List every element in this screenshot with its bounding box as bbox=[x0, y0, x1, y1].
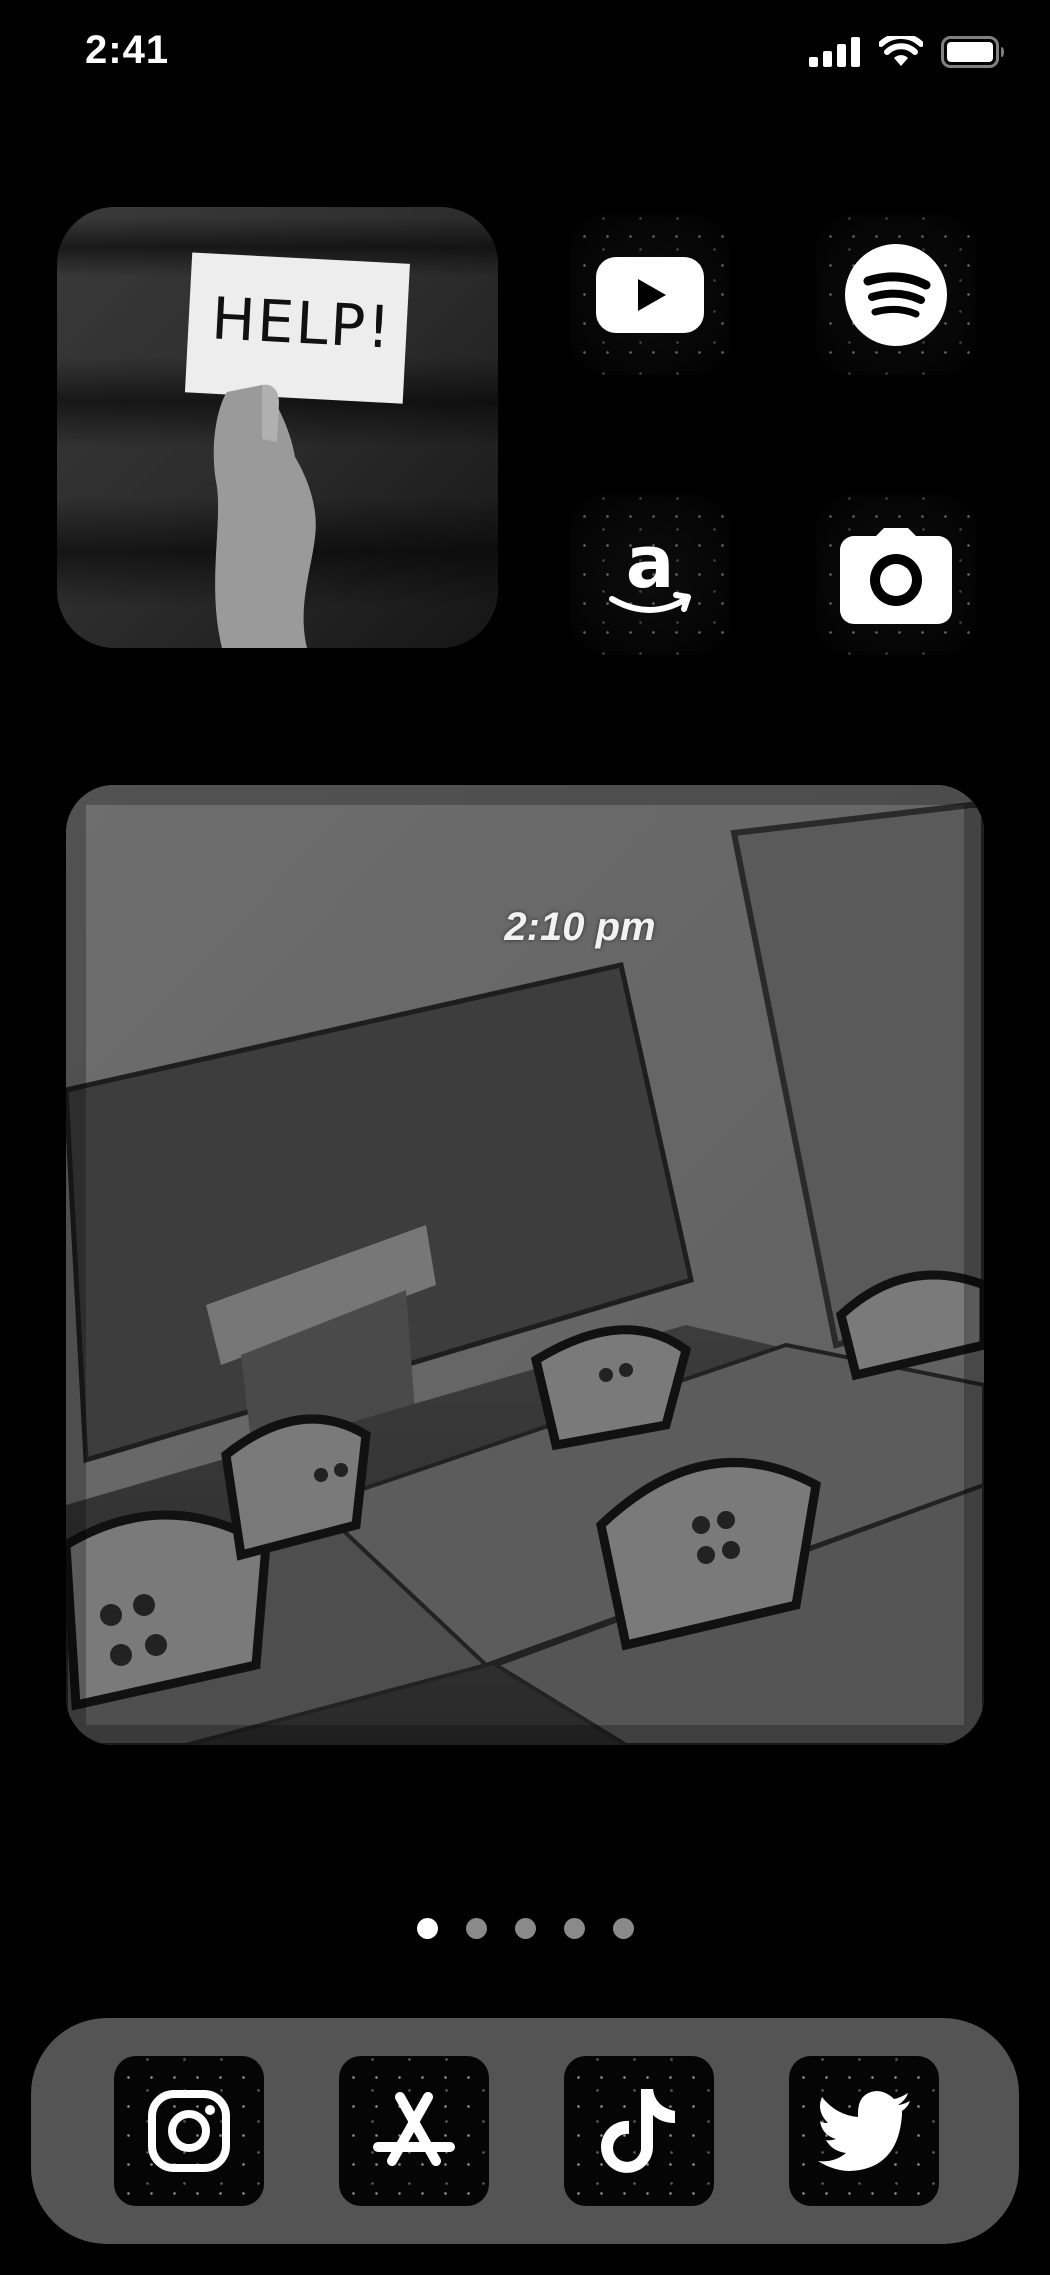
dock-app-twitter[interactable] bbox=[789, 2056, 939, 2206]
page-dot-2[interactable] bbox=[465, 1918, 487, 1939]
wifi-icon bbox=[879, 36, 923, 66]
battery-icon bbox=[941, 36, 1004, 68]
status-icons bbox=[809, 36, 1005, 68]
twitter-icon bbox=[818, 2091, 910, 2171]
youtube-icon bbox=[596, 257, 704, 333]
tiktok-icon bbox=[601, 2089, 675, 2173]
svg-text:a: a bbox=[626, 525, 675, 604]
dock-app-tiktok[interactable] bbox=[564, 2056, 714, 2206]
help-card-photo bbox=[57, 207, 498, 648]
clock-photo-widget[interactable]: 2:10 pm bbox=[66, 785, 984, 1745]
page-dot-3[interactable] bbox=[514, 1918, 536, 1939]
instagram-icon bbox=[148, 2090, 230, 2172]
dock-app-app-store[interactable] bbox=[339, 2056, 489, 2206]
widget-clock-time: 2:10 pm bbox=[504, 905, 656, 949]
app-amazon[interactable]: a bbox=[570, 495, 730, 655]
cellular-signal-icon bbox=[809, 37, 860, 67]
page-indicator[interactable] bbox=[0, 1918, 1050, 1939]
status-time: 2:41 bbox=[85, 28, 170, 72]
page-dot-5[interactable] bbox=[612, 1918, 634, 1939]
photo-widget[interactable]: HELP! bbox=[57, 207, 498, 648]
app-store-icon bbox=[373, 2092, 455, 2166]
camera-icon bbox=[840, 528, 952, 624]
app-spotify[interactable] bbox=[816, 215, 976, 375]
amazon-icon: a bbox=[609, 525, 691, 613]
page-dot-4[interactable] bbox=[563, 1918, 585, 1939]
status-bar: 2:41 bbox=[0, 0, 1050, 110]
dock bbox=[31, 2018, 1019, 2244]
page-dot-1[interactable] bbox=[416, 1918, 438, 1939]
app-camera[interactable] bbox=[816, 495, 976, 655]
dock-app-instagram[interactable] bbox=[114, 2056, 264, 2206]
help-card-text: HELP! bbox=[209, 284, 395, 362]
app-youtube[interactable] bbox=[570, 215, 730, 375]
spotify-icon bbox=[845, 244, 947, 346]
